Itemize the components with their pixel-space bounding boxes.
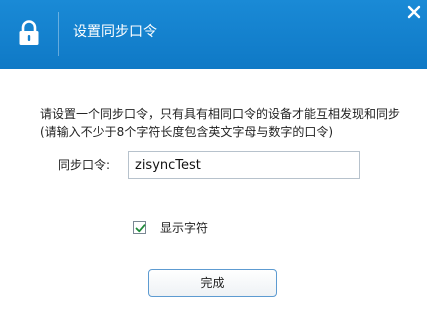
- sync-password-input[interactable]: [128, 151, 360, 179]
- checkmark-icon: [135, 224, 146, 233]
- show-chars-label[interactable]: 显示字符: [160, 220, 208, 236]
- instruction-text: 请设置一个同步口令，只有具有相同口令的设备才能互相发现和同步: [40, 107, 401, 121]
- sync-password-label: 同步口令:: [58, 158, 111, 172]
- title-divider: [58, 12, 59, 56]
- instruction-hint: (请输入不少于8个字符长度包含英文字母与数字的口令): [40, 125, 334, 139]
- lock-icon: [18, 20, 40, 46]
- dialog-titlebar: 设置同步口令: [0, 0, 427, 69]
- close-icon[interactable]: [405, 3, 423, 21]
- dialog-title: 设置同步口令: [73, 24, 157, 40]
- done-button[interactable]: 完成: [148, 269, 277, 297]
- show-chars-checkbox[interactable]: [133, 221, 146, 234]
- sync-password-dialog: 设置同步口令 请设置一个同步口令，只有具有相同口令的设备才能互相发现和同步 (请…: [0, 0, 427, 329]
